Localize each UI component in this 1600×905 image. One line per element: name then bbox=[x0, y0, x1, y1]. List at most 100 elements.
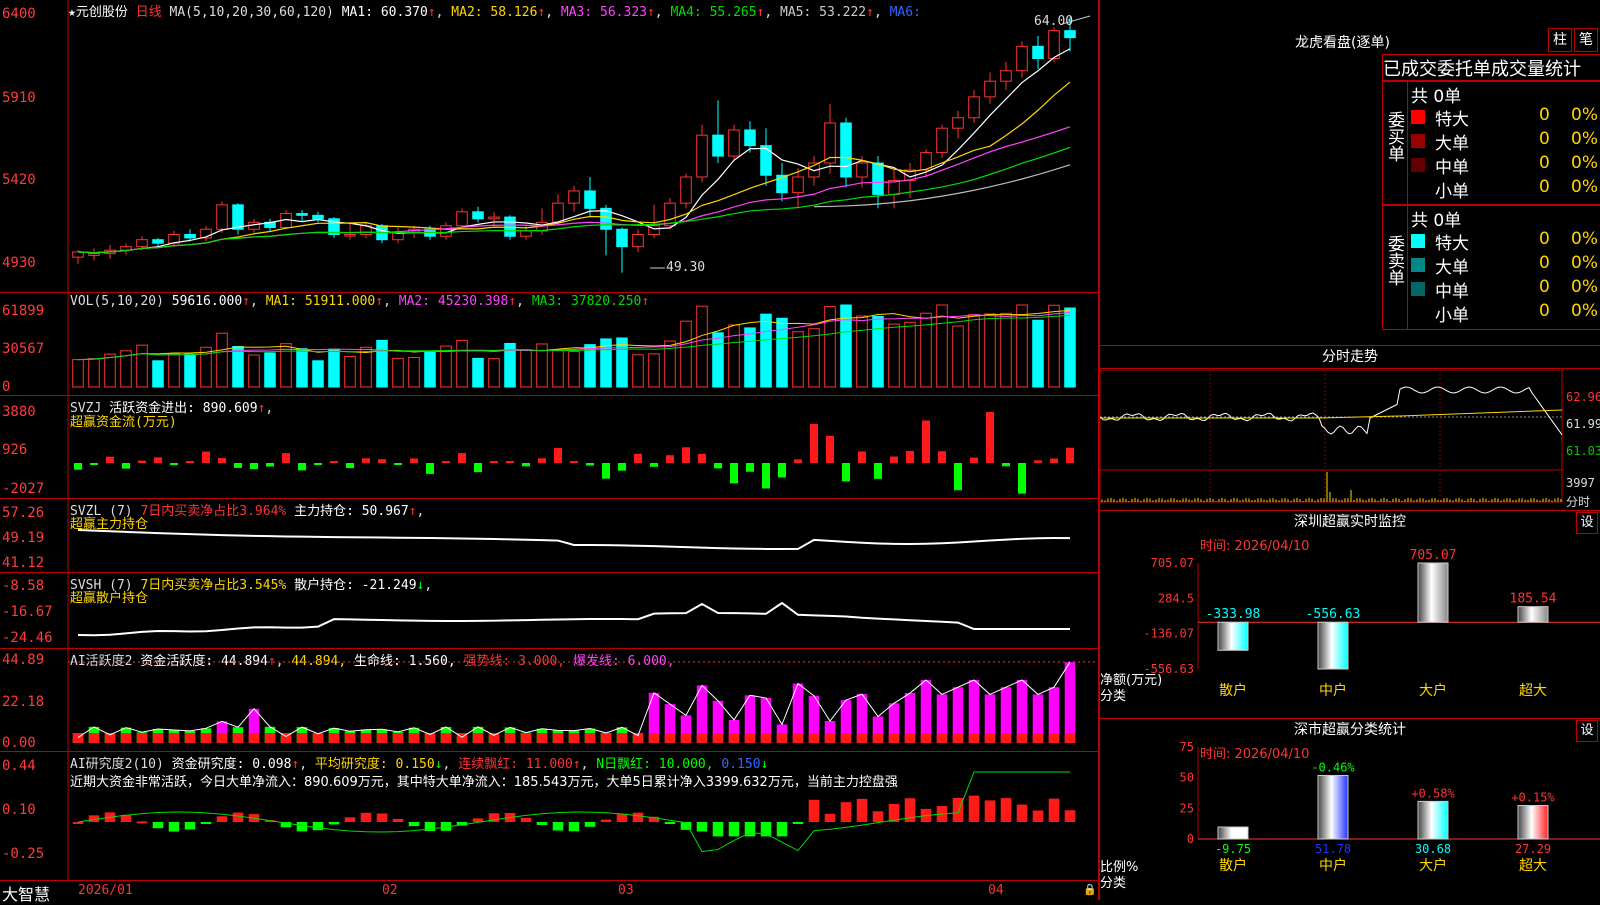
research-bar bbox=[72, 822, 84, 824]
volume-bar bbox=[88, 358, 100, 388]
flow-bar bbox=[1034, 460, 1042, 463]
life-bar bbox=[408, 733, 420, 743]
bar-value: 705.07 bbox=[1410, 548, 1457, 563]
flow-bar bbox=[250, 463, 258, 470]
sz-class-panel[interactable]: 深市超赢分类统计 设 时间: 2026/04/10 75 50 25 0 -9.75 散户… bbox=[1100, 718, 1600, 901]
research-bar bbox=[600, 819, 612, 822]
research-bar bbox=[616, 813, 628, 822]
flow-bar bbox=[394, 463, 402, 465]
main-kline-panel[interactable]: ★元创股份 日线 MA(5,10,20,30,60,120) MA1: 60.3… bbox=[0, 0, 1100, 293]
life-bar bbox=[712, 733, 724, 743]
dragon-panel: 龙虎看盘(逐单) 柱 笔 已成交委托单成交量统计 委买单 共 0单 特大 0 0% 大… bbox=[1100, 0, 1600, 345]
life-bar bbox=[328, 733, 340, 743]
volume-chart bbox=[67, 293, 1076, 395]
flow-bar bbox=[314, 463, 322, 465]
flow-bar bbox=[682, 447, 690, 463]
order-color-swatch bbox=[1411, 182, 1425, 196]
life-bar bbox=[920, 733, 932, 743]
flow-bar bbox=[570, 461, 578, 463]
candle bbox=[344, 233, 356, 237]
volume-bar bbox=[680, 320, 692, 388]
bar-value: -333.98 bbox=[1206, 607, 1261, 622]
ai-research-panel[interactable]: AI研究度2(10) 资金研究度: 0.098↑, 平均研究度: 0.150↓,… bbox=[0, 752, 1100, 880]
life-bar bbox=[552, 733, 564, 743]
category-label: 大户 bbox=[1419, 682, 1447, 699]
candle bbox=[792, 176, 804, 194]
life-bar bbox=[968, 733, 980, 743]
order-row-pct: 0% bbox=[1571, 129, 1598, 149]
research-bar bbox=[360, 812, 372, 822]
candle bbox=[1032, 45, 1044, 60]
flow-bar bbox=[154, 457, 162, 463]
candle bbox=[760, 145, 772, 176]
volume-bar bbox=[344, 356, 356, 388]
volume-bar bbox=[856, 315, 868, 388]
bar-change: +0.15% bbox=[1511, 791, 1555, 805]
research-bar bbox=[552, 822, 564, 831]
svzj-panel[interactable]: SVZJ 活跃资金进出: 890.609↑, 超赢资金流(万元) 3880 92… bbox=[0, 396, 1100, 499]
intraday-chart bbox=[1100, 370, 1563, 503]
bar-mode-button[interactable]: 柱 bbox=[1548, 28, 1572, 52]
volume-bar bbox=[264, 352, 276, 388]
life-bar bbox=[504, 733, 516, 743]
sz-monitor-side2: 分类 bbox=[1100, 689, 1127, 704]
svzj-chart bbox=[67, 396, 1074, 498]
flow-bar bbox=[506, 461, 514, 463]
y-tick: -136.07 bbox=[1143, 627, 1194, 641]
category-label: 中户 bbox=[1319, 682, 1347, 699]
candle bbox=[152, 239, 164, 244]
volume-bar bbox=[984, 313, 996, 388]
volume-bar bbox=[520, 349, 532, 388]
volume-bar bbox=[792, 331, 804, 388]
intraday-panel[interactable]: 分时走势 62.96 61.99 61.03 3997 分时 bbox=[1100, 345, 1600, 511]
volume-bar bbox=[136, 344, 148, 388]
volume-bar bbox=[888, 323, 900, 388]
life-bar bbox=[904, 733, 916, 743]
low-label: 49.30 bbox=[666, 260, 706, 275]
life-bar bbox=[1064, 733, 1076, 743]
volume-bar bbox=[216, 332, 228, 388]
volume-bar bbox=[1016, 304, 1028, 388]
research-bar bbox=[856, 798, 868, 822]
life-bar bbox=[936, 733, 948, 743]
volume-bar bbox=[392, 357, 404, 388]
candle bbox=[936, 127, 948, 154]
research-bar bbox=[968, 795, 980, 822]
order-row: 大单 0 0% bbox=[1409, 129, 1600, 154]
flow-bar bbox=[586, 463, 594, 466]
lock-icon[interactable]: 🔒 bbox=[1083, 883, 1097, 896]
candle bbox=[520, 230, 532, 237]
candle bbox=[456, 211, 468, 227]
life-bar bbox=[648, 733, 660, 743]
svzl-panel[interactable]: SVZL (7) 7日内买卖净占比3.964% 主力持仓: 50.967↑, 超… bbox=[0, 499, 1100, 573]
flow-bar bbox=[362, 458, 370, 463]
svsh-panel[interactable]: SVSH (7) 7日内买卖净占比3.545% 散户持仓: -21.249↓, … bbox=[0, 573, 1100, 649]
order-row-label: 小单 bbox=[1435, 306, 1469, 326]
candle bbox=[488, 216, 500, 220]
volume-bar bbox=[584, 344, 596, 388]
order-row-label: 特大 bbox=[1435, 110, 1469, 130]
sell-block: 委卖单 共 0单 特大 0 0% 大单 0 0% 中单 0 0% 小单 0 0% bbox=[1382, 204, 1600, 330]
candle bbox=[552, 202, 564, 223]
life-bar bbox=[232, 733, 244, 743]
flow-bar bbox=[138, 460, 146, 463]
candle bbox=[616, 228, 628, 248]
life-bar bbox=[520, 733, 532, 743]
order-row-count: 0 bbox=[1539, 277, 1550, 297]
flow-bar bbox=[266, 463, 274, 467]
research-bar bbox=[216, 816, 228, 822]
ai-activity-panel[interactable]: AI活跃度2 资金活跃度: 44.894↑, 44.894, 生命线: 1.56… bbox=[0, 649, 1100, 752]
research-bar bbox=[344, 817, 356, 822]
volume-panel[interactable]: VOL(5,10,20) 59616.000↑, MA1: 51911.000↑… bbox=[0, 293, 1100, 396]
flow-bar bbox=[986, 412, 994, 463]
candlestick-chart[interactable] bbox=[0, 0, 1100, 292]
line-mode-button[interactable]: 笔 bbox=[1574, 28, 1598, 52]
life-bar bbox=[440, 733, 452, 743]
sz-monitor-panel[interactable]: 深圳超赢实时监控 设 时间: 2026/04/10 705.07 284.5 -13… bbox=[1100, 510, 1600, 719]
dragon-tabs[interactable]: 已成交委托单成交量统计 bbox=[1382, 54, 1600, 82]
volume-bar bbox=[376, 339, 388, 388]
life-bar bbox=[680, 733, 692, 743]
volume-bar bbox=[280, 343, 292, 388]
category-bar bbox=[1317, 621, 1349, 670]
research-bar bbox=[376, 813, 388, 822]
